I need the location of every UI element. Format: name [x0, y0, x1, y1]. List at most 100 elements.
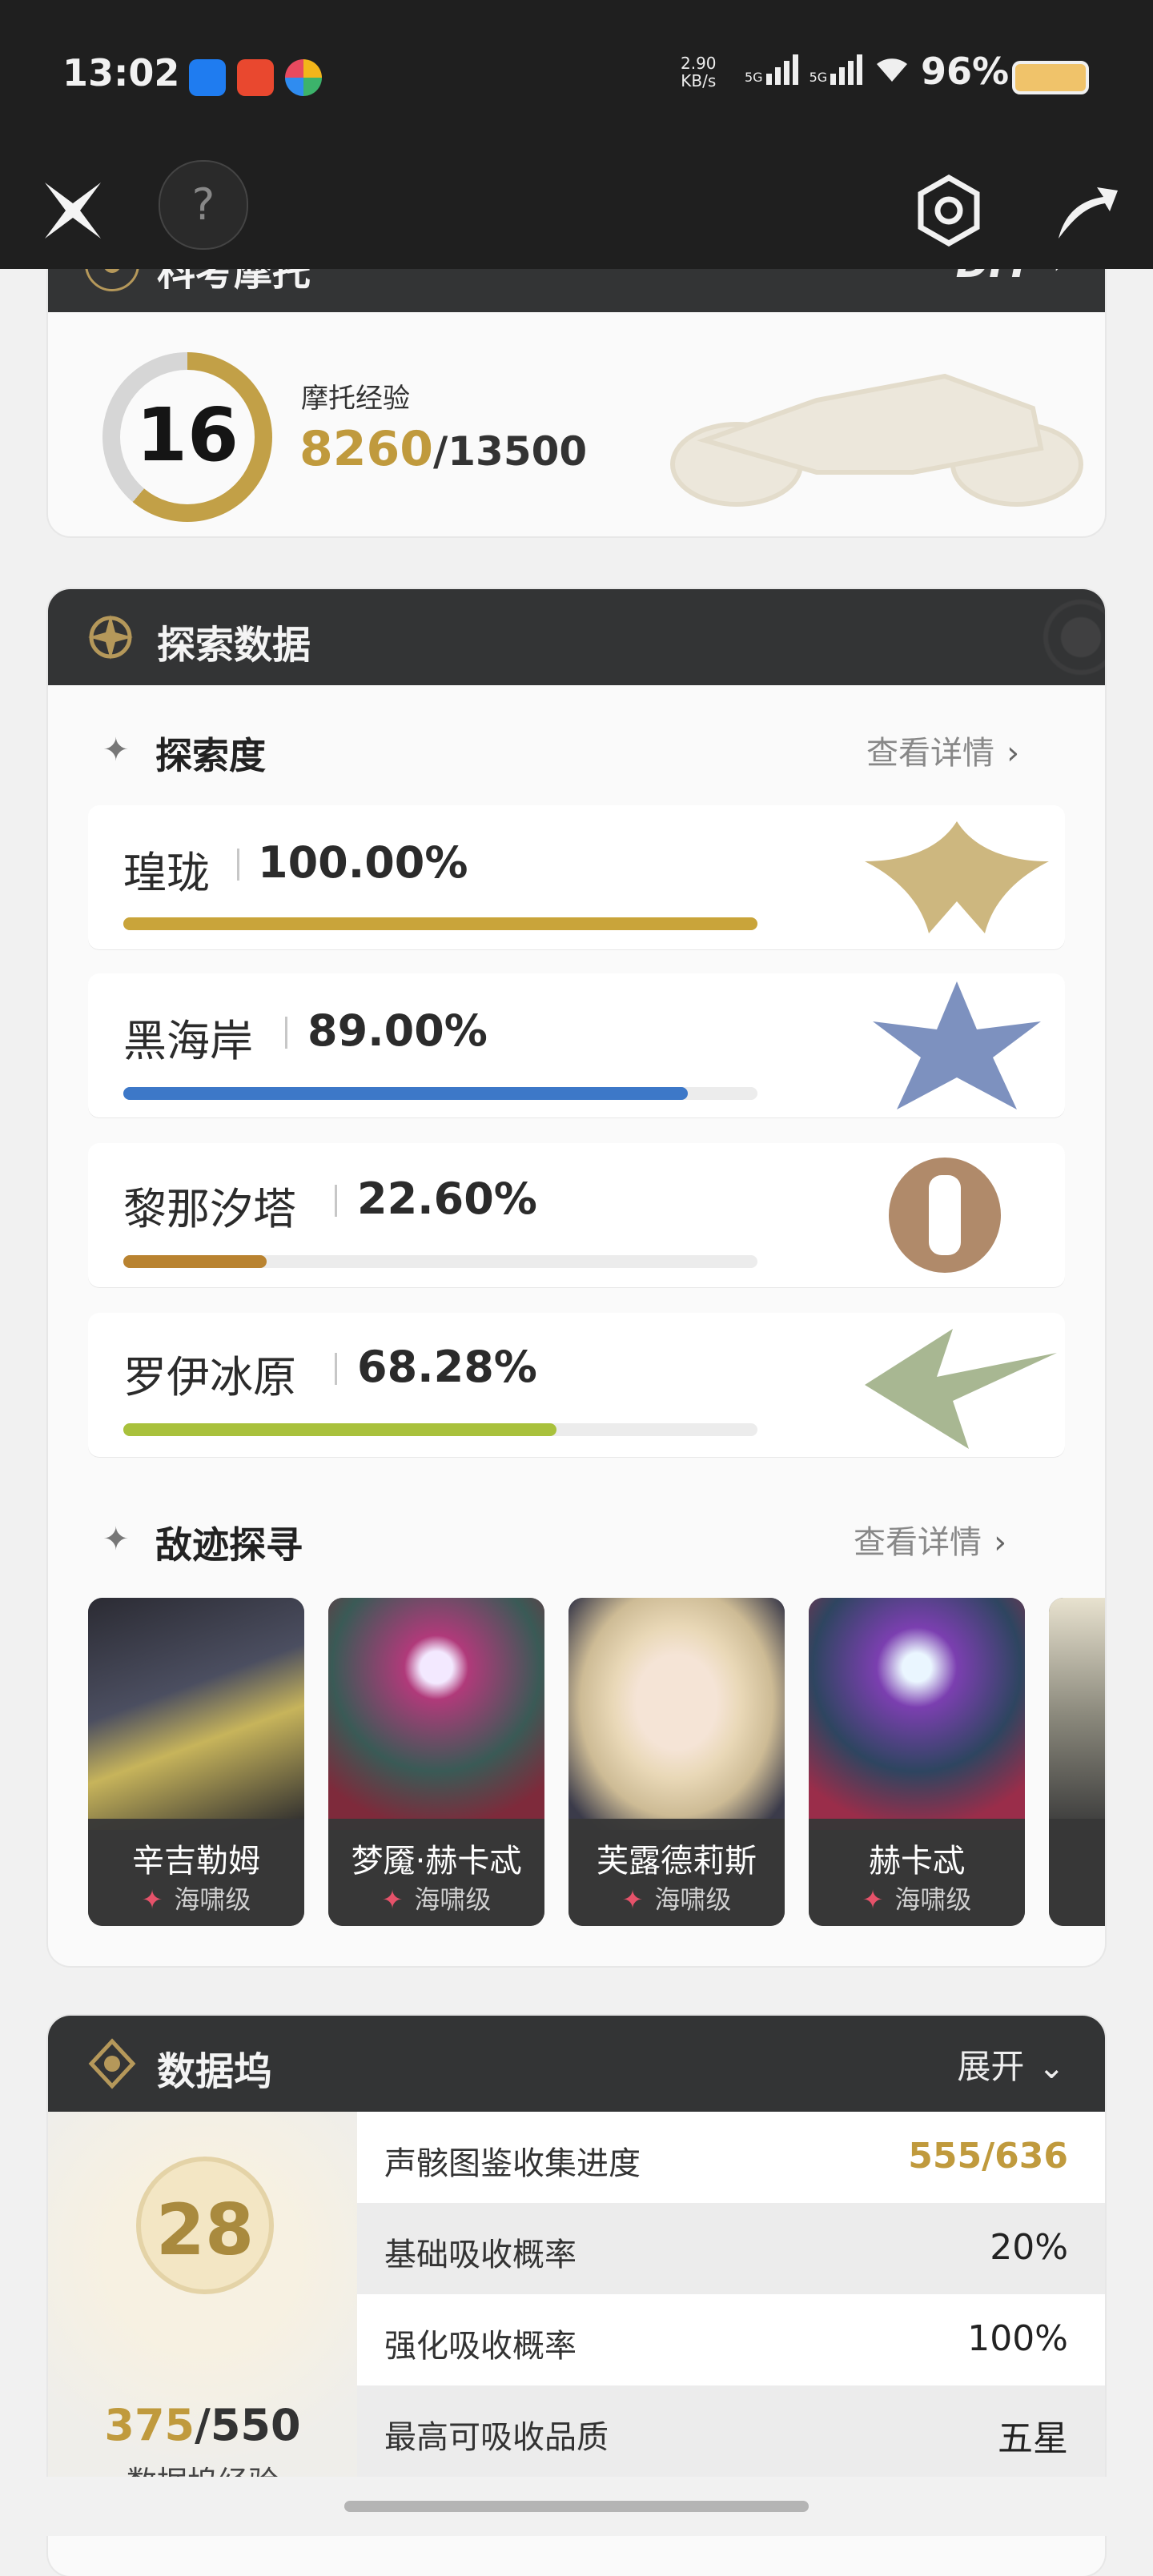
exploration-title: 探索度	[155, 734, 266, 777]
region-progress-fill	[123, 1255, 267, 1268]
enemy-name: 赫卡忒	[869, 1843, 965, 1880]
explore-title: 探索数据	[157, 623, 311, 668]
chevron-right-icon: ›	[994, 1524, 1007, 1561]
enemy-portrait	[88, 1598, 304, 1830]
enemy-portrait	[1049, 1598, 1105, 1830]
region-separator	[335, 1353, 337, 1385]
black-shores-emblem	[873, 981, 1041, 1109]
battery-percent: 96%	[921, 50, 1010, 93]
dock-stat-row: 最高可吸收品质 五星	[357, 2385, 1105, 2477]
share-icon[interactable]	[1041, 167, 1129, 255]
help-button[interactable]: ?	[159, 160, 248, 250]
dock-stat-value: 20%	[990, 2227, 1068, 2268]
dock-card-header: 数据坞 展开 ⌄	[48, 2016, 1105, 2112]
enemy-section-title: 敌迹探寻	[155, 1523, 303, 1567]
dock-level: 28	[155, 2189, 255, 2271]
compass-icon	[83, 610, 138, 664]
status-bar: 13:02 2.90 KB/s 5G 5G 96%	[0, 0, 1153, 152]
enemy-portrait	[568, 1598, 785, 1830]
dock-exp-total: /550	[195, 2400, 301, 2450]
moto-exp-label: 摩托经验	[301, 383, 410, 415]
enemy-card[interactable]: 赫卡忒 ✦ 海啸级	[809, 1598, 1025, 1926]
dock-stat-row: 声骸图鉴收集进度 555/636	[357, 2112, 1105, 2203]
dock-stat-row: 强化吸收概率 100%	[357, 2294, 1105, 2385]
tier-star-icon: ✦	[862, 1884, 884, 1915]
enemy-card[interactable]: 梦魇·赫卡忒 ✦ 海啸级	[328, 1598, 544, 1926]
dock-stat-value: 555/636	[908, 2136, 1068, 2177]
enemy-tier: ✦ 海啸级	[381, 1884, 492, 1915]
tier-star-icon: ✦	[141, 1884, 163, 1915]
nav-row: ?	[0, 152, 1153, 269]
enemy-name: 梦魇·赫卡忒	[351, 1843, 522, 1880]
roya-frostlands-emblem	[865, 1329, 1057, 1449]
enemy-nameplate: 辛吉勒姆 ✦ 海啸级	[88, 1819, 304, 1926]
exploration-detail-link[interactable]: 查看详情 ›	[866, 727, 1019, 773]
dock-stat-label: 最高可吸收品质	[384, 2419, 609, 2456]
enemy-nameplate: 梦魇·赫卡忒 ✦ 海啸级	[328, 1819, 544, 1926]
enemy-nameplate: 赫卡忒 ✦ 海啸级	[809, 1819, 1025, 1926]
enemy-nameplate	[1049, 1819, 1105, 1926]
huanglong-emblem	[865, 821, 1049, 933]
region-separator	[335, 1185, 337, 1217]
sparkle-icon: ✦	[102, 1521, 130, 1558]
app-notification-icon	[285, 59, 322, 96]
enemy-tier: ✦ 海啸级	[862, 1884, 972, 1915]
moto-level: 16	[135, 392, 239, 478]
region-percent: 68.28%	[357, 1342, 537, 1392]
moto-exp: 8260/13500	[299, 421, 587, 477]
home-indicator[interactable]	[344, 2501, 809, 2512]
dock-stat-value: 五星	[998, 2418, 1068, 2459]
enemy-name: 辛吉勒姆	[132, 1843, 260, 1880]
moto-exp-total: /13500	[433, 428, 588, 475]
app-notification-icon	[237, 59, 274, 96]
region-progress-fill	[123, 1423, 556, 1436]
dock-expand-button[interactable]: 展开 ⌄	[957, 2040, 1065, 2088]
signal-icon: 5G	[745, 54, 798, 85]
region-separator	[237, 849, 239, 881]
tier-star-icon: ✦	[381, 1884, 404, 1915]
enemy-card[interactable]: 芙露德莉斯 ✦ 海啸级	[568, 1598, 785, 1926]
enemy-detail-link[interactable]: 查看详情 ›	[854, 1516, 1006, 1563]
explore-card-header: 探索数据	[48, 589, 1105, 685]
enemy-portrait	[809, 1598, 1025, 1830]
battery-icon	[1012, 61, 1089, 94]
region-name: 黑海岸	[123, 1016, 253, 1066]
region-percent: 100.00%	[258, 837, 468, 888]
region-progress-fill	[123, 1087, 688, 1100]
region-progress-fill	[123, 917, 757, 930]
signal-indicators: 5G 5G	[745, 53, 910, 85]
dock-stat-value: 100%	[967, 2318, 1068, 2359]
region-separator	[285, 1017, 287, 1049]
close-icon[interactable]	[29, 167, 117, 255]
enemy-tier: ✦ 海啸级	[141, 1884, 251, 1915]
region-name: 瑝珑	[123, 848, 210, 898]
dock-exp-current: 375	[104, 2400, 195, 2450]
enemy-tier: ✦ 海啸级	[621, 1884, 732, 1915]
dock-stat-label: 基础吸收概率	[384, 2237, 576, 2273]
dock-exp: 375/550	[48, 2400, 357, 2450]
network-speed: 2.90 KB/s	[681, 54, 717, 90]
region-name: 黎那汐塔	[123, 1184, 296, 1234]
status-time: 13:02	[62, 51, 180, 94]
header-ornament	[993, 589, 1105, 685]
settings-icon[interactable]	[905, 167, 993, 255]
enemy-portrait	[328, 1598, 544, 1830]
motorbike-illustration	[670, 373, 1083, 507]
dock-stat-label: 强化吸收概率	[384, 2328, 576, 2365]
chevron-right-icon: ›	[1006, 735, 1020, 772]
moto-exp-current: 8260	[299, 421, 433, 477]
region-percent: 22.60%	[357, 1174, 537, 1224]
enemy-card-partial[interactable]	[1049, 1598, 1105, 1926]
dock-title: 数据坞	[157, 2049, 273, 2094]
dock-stat-label: 声骸图鉴收集进度	[384, 2145, 641, 2182]
rinascita-emblem	[889, 1158, 1001, 1273]
tier-star-icon: ✦	[621, 1884, 644, 1915]
enemy-nameplate: 芙露德莉斯 ✦ 海啸级	[568, 1819, 785, 1926]
signal-icon: 5G	[810, 54, 863, 85]
region-name: 罗伊冰原	[123, 1352, 296, 1402]
region-percent: 89.00%	[307, 1005, 488, 1056]
sparkle-icon: ✦	[102, 732, 130, 768]
dock-icon	[86, 2038, 138, 2089]
enemy-card[interactable]: 辛吉勒姆 ✦ 海啸级	[88, 1598, 304, 1926]
dock-stat-row: 基础吸收概率 20%	[357, 2203, 1105, 2294]
